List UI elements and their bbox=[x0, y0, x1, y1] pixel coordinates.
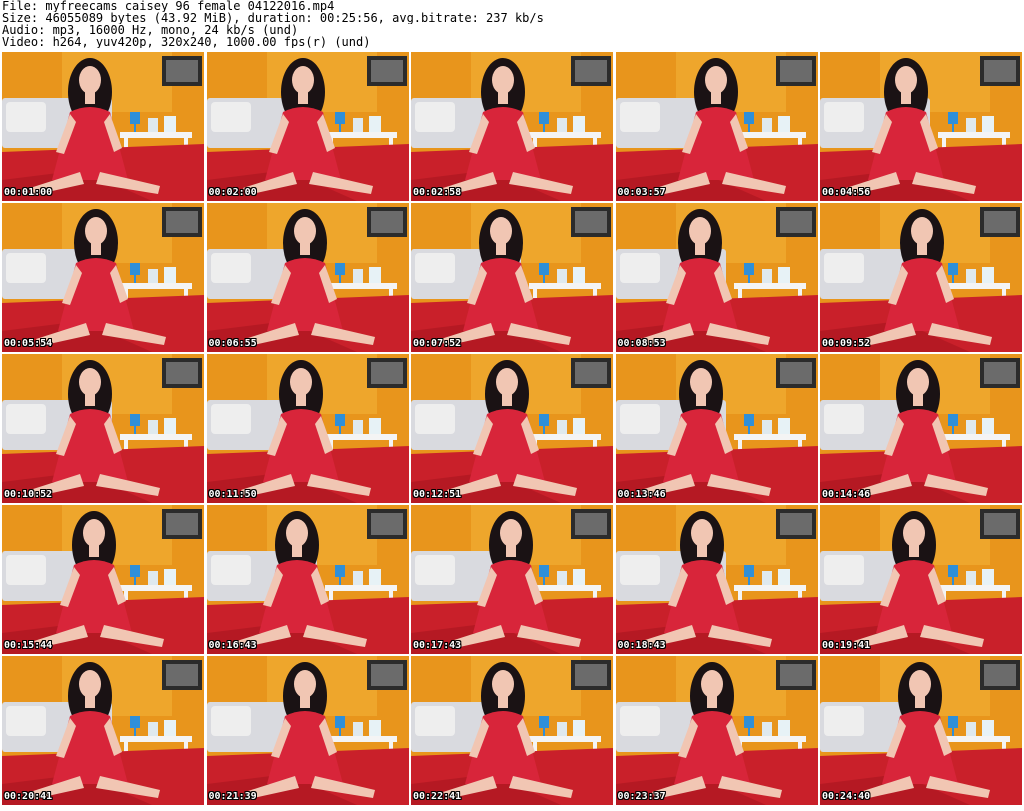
thumbnail-timestamp: 00:22:41 bbox=[413, 791, 462, 802]
frame-image bbox=[206, 52, 409, 201]
video-thumbnail[interactable]: 00:10:52 bbox=[2, 354, 204, 503]
thumbnail-timestamp: 00:21:39 bbox=[208, 791, 257, 802]
frame-image bbox=[206, 354, 409, 503]
thumbnail-timestamp: 00:11:50 bbox=[208, 489, 257, 500]
frame-image bbox=[2, 656, 204, 805]
thumbnail-timestamp: 00:23:37 bbox=[617, 791, 666, 802]
thumbnail-timestamp: 00:02:00 bbox=[208, 187, 257, 198]
frame-image bbox=[206, 656, 409, 805]
frame-image bbox=[411, 354, 613, 503]
video-thumbnail[interactable]: 00:09:52 bbox=[820, 203, 1022, 352]
video-thumbnail[interactable]: 00:06:55 bbox=[206, 203, 409, 352]
frame-image bbox=[2, 505, 204, 654]
thumbnail-timestamp: 00:16:43 bbox=[208, 640, 257, 651]
video-thumbnail[interactable]: 00:04:56 bbox=[820, 52, 1022, 201]
video-thumbnail[interactable]: 00:05:54 bbox=[2, 203, 204, 352]
frame-image bbox=[615, 354, 818, 503]
file-info: File: myfreecams_caisey_96_female_041220… bbox=[2, 0, 1022, 48]
contact-sheet: File: myfreecams_caisey_96_female_041220… bbox=[0, 0, 1024, 811]
file-name-line: File: myfreecams_caisey_96_female_041220… bbox=[2, 0, 335, 12]
file-size-line: Size: 46055089 bytes (43.92 MiB), durati… bbox=[2, 12, 544, 24]
frame-image bbox=[615, 203, 818, 352]
video-thumbnail[interactable]: 00:24:40 bbox=[820, 656, 1022, 805]
video-thumbnail[interactable]: 00:02:00 bbox=[206, 52, 409, 201]
thumbnail-timestamp: 00:15:44 bbox=[4, 640, 53, 651]
video-thumbnail[interactable]: 00:01:00 bbox=[2, 52, 204, 201]
frame-image bbox=[206, 505, 409, 654]
thumbnail-timestamp: 00:07:52 bbox=[413, 338, 462, 349]
frame-image bbox=[2, 52, 204, 201]
video-thumbnail[interactable]: 00:16:43 bbox=[206, 505, 409, 654]
frame-image bbox=[2, 203, 204, 352]
video-thumbnail[interactable]: 00:20:41 bbox=[2, 656, 204, 805]
video-thumbnail[interactable]: 00:08:53 bbox=[615, 203, 818, 352]
thumbnail-grid: 00:01:00 00:02:00 00:02:58 00:03:57 00:04:56… bbox=[2, 52, 1022, 809]
video-thumbnail[interactable]: 00:13:46 bbox=[615, 354, 818, 503]
frame-image bbox=[820, 52, 1022, 201]
video-thumbnail[interactable]: 00:03:57 bbox=[615, 52, 818, 201]
thumbnail-timestamp: 00:05:54 bbox=[4, 338, 53, 349]
video-thumbnail[interactable]: 00:15:44 bbox=[2, 505, 204, 654]
thumbnail-timestamp: 00:18:43 bbox=[617, 640, 666, 651]
video-thumbnail[interactable]: 00:18:43 bbox=[615, 505, 818, 654]
video-thumbnail[interactable]: 00:19:41 bbox=[820, 505, 1022, 654]
thumbnail-timestamp: 00:13:46 bbox=[617, 489, 666, 500]
thumbnail-timestamp: 00:04:56 bbox=[822, 187, 871, 198]
frame-image bbox=[411, 505, 613, 654]
video-thumbnail[interactable]: 00:22:41 bbox=[411, 656, 613, 805]
video-thumbnail[interactable]: 00:17:43 bbox=[411, 505, 613, 654]
frame-image bbox=[411, 656, 613, 805]
video-thumbnail[interactable]: 00:12:51 bbox=[411, 354, 613, 503]
thumbnail-timestamp: 00:17:43 bbox=[413, 640, 462, 651]
frame-image bbox=[411, 52, 613, 201]
thumbnail-timestamp: 00:20:41 bbox=[4, 791, 53, 802]
thumbnail-timestamp: 00:02:58 bbox=[413, 187, 462, 198]
thumbnail-timestamp: 00:12:51 bbox=[413, 489, 462, 500]
frame-image bbox=[411, 203, 613, 352]
video-info-line: Video: h264, yuv420p, 320x240, 1000.00 f… bbox=[2, 36, 371, 48]
video-thumbnail[interactable]: 00:21:39 bbox=[206, 656, 409, 805]
thumbnail-timestamp: 00:14:46 bbox=[822, 489, 871, 500]
frame-image bbox=[615, 656, 818, 805]
frame-image bbox=[615, 505, 818, 654]
video-thumbnail[interactable]: 00:07:52 bbox=[411, 203, 613, 352]
audio-info-line: Audio: mp3, 16000 Hz, mono, 24 kb/s (und… bbox=[2, 24, 299, 36]
video-thumbnail[interactable]: 00:14:46 bbox=[820, 354, 1022, 503]
video-thumbnail[interactable]: 00:02:58 bbox=[411, 52, 613, 201]
thumbnail-timestamp: 00:19:41 bbox=[822, 640, 871, 651]
thumbnail-timestamp: 00:24:40 bbox=[822, 791, 871, 802]
thumbnail-timestamp: 00:09:52 bbox=[822, 338, 871, 349]
frame-image bbox=[820, 656, 1022, 805]
thumbnail-timestamp: 00:03:57 bbox=[617, 187, 666, 198]
frame-image bbox=[2, 354, 204, 503]
video-thumbnail[interactable]: 00:11:50 bbox=[206, 354, 409, 503]
frame-image bbox=[615, 52, 818, 201]
frame-image bbox=[820, 505, 1022, 654]
frame-image bbox=[820, 203, 1022, 352]
frame-image bbox=[820, 354, 1022, 503]
thumbnail-timestamp: 00:10:52 bbox=[4, 489, 53, 500]
thumbnail-timestamp: 00:06:55 bbox=[208, 338, 257, 349]
frame-image bbox=[206, 203, 409, 352]
video-thumbnail[interactable]: 00:23:37 bbox=[615, 656, 818, 805]
thumbnail-timestamp: 00:08:53 bbox=[617, 338, 666, 349]
thumbnail-timestamp: 00:01:00 bbox=[4, 187, 53, 198]
